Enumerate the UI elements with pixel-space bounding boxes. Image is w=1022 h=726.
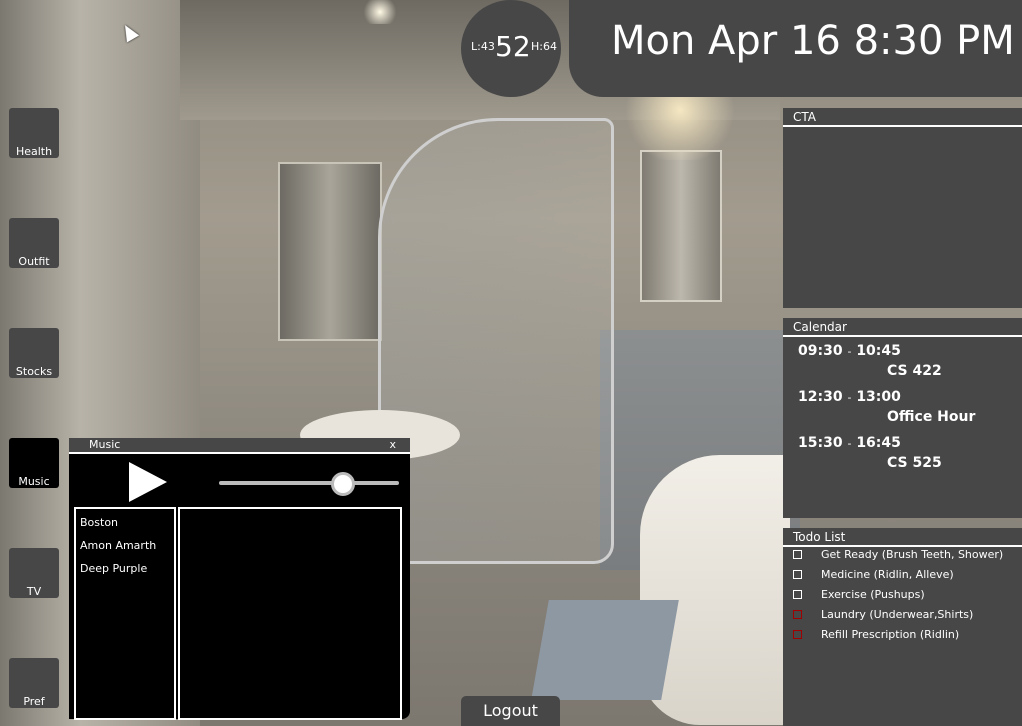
playlist-item[interactable]: Deep Purple [76,559,174,578]
todo-label: Get Ready (Brush Teeth, Shower) [821,548,1004,561]
start-time: 09:30 [798,343,843,359]
temp-high: H:64 [531,40,557,53]
playlist: Boston Amon Amarth Deep Purple [74,507,176,720]
todo-label: Laundry (Underwear,Shirts) [821,608,974,621]
sidebar-button-stocks[interactable]: Stocks [9,328,59,378]
todo-checkbox[interactable] [793,590,802,599]
sidebar-button-music[interactable]: Music [9,438,59,488]
todo-label: Refill Prescription (Ridlin) [821,628,960,641]
calendar-entry: 15:30 - 16:45 CS 525 [798,435,942,471]
event-name: CS 525 [887,455,942,471]
volume-slider-thumb[interactable] [331,472,355,496]
playlist-item[interactable]: Boston [76,513,174,532]
weather-widget: L:43 52 H:64 [461,0,561,97]
close-button[interactable]: x [389,438,396,451]
player-area [178,507,402,720]
event-name: CS 422 [887,363,942,379]
play-icon[interactable] [129,462,167,502]
logout-button[interactable]: Logout [461,696,560,726]
todo-label: Exercise (Pushups) [821,588,925,601]
sidebar-label: Music [18,475,50,488]
cta-panel: CTA [783,108,1022,308]
music-window-title: Music [89,438,121,451]
event-name: Office Hour [887,409,976,425]
end-time: 13:00 [856,389,901,405]
music-window-header: Music x [69,438,410,454]
sidebar-label: Outfit [18,255,50,268]
todo-checkbox[interactable] [793,550,802,559]
end-time: 10:45 [856,343,901,359]
todo-label: Medicine (Ridlin, Alleve) [821,568,954,581]
volume-slider[interactable] [219,481,399,485]
start-time: 12:30 [798,389,843,405]
sidebar-label: Stocks [15,365,53,378]
sidebar-button-health[interactable]: Health [9,108,59,158]
temp-low: L:43 [471,40,495,53]
todo-checkbox[interactable] [793,570,802,579]
sidebar-label: Pref [23,695,45,708]
todo-checkbox[interactable] [793,610,802,619]
todo-checkbox[interactable] [793,630,802,639]
todo-panel: Todo List Get Ready (Brush Teeth, Shower… [783,528,1022,726]
sidebar-button-tv[interactable]: TV [9,548,59,598]
clock-panel: Mon Apr 16 8:30 PM [569,0,1022,97]
datetime-display: Mon Apr 16 8:30 PM [611,18,1015,64]
calendar-panel: Calendar 09:30 - 10:45 CS 422 12:30 - 13… [783,318,1022,518]
panel-title: CTA [783,108,1022,127]
sidebar-label: TV [26,585,42,598]
calendar-entry: 12:30 - 13:00 Office Hour [798,389,976,425]
panel-title: Todo List [783,528,1022,547]
panel-title: Calendar [783,318,1022,337]
sidebar-button-outfit[interactable]: Outfit [9,218,59,268]
playlist-item[interactable]: Amon Amarth [76,536,174,555]
calendar-entry: 09:30 - 10:45 CS 422 [798,343,942,379]
sidebar-label: Health [15,145,53,158]
start-time: 15:30 [798,435,843,451]
sidebar-button-pref[interactable]: Pref [9,658,59,708]
temp-current: 52 [495,30,531,63]
music-window: Music x Boston Amon Amarth Deep Purple [69,438,410,720]
end-time: 16:45 [856,435,901,451]
